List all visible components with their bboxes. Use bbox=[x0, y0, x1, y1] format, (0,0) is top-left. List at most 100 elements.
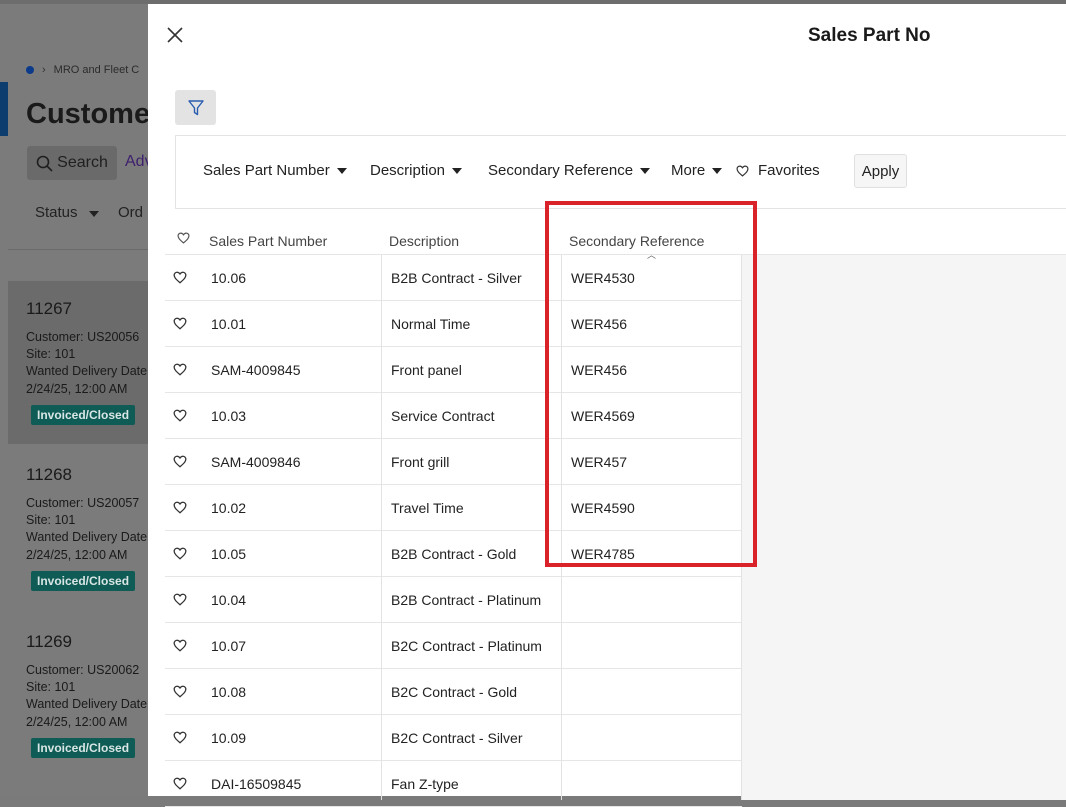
cell-sales-part-number: 10.02 bbox=[211, 499, 247, 516]
column-header-secondary-reference[interactable]: Secondary Reference bbox=[569, 233, 704, 249]
table-row[interactable]: 10.04 B2B Contract - Platinum bbox=[165, 577, 742, 623]
heart-icon bbox=[736, 165, 749, 177]
caret-down-icon bbox=[452, 168, 463, 174]
table-body: 10.06 B2B Contract - Silver WER4530 10.0… bbox=[165, 255, 742, 807]
breadcrumb[interactable]: › MRO and Fleet C bbox=[26, 64, 139, 76]
close-icon[interactable] bbox=[166, 26, 184, 44]
caret-down-icon bbox=[640, 168, 651, 174]
cell-sales-part-number: 10.03 bbox=[211, 407, 247, 424]
table-row[interactable]: 10.06 B2B Contract - Silver WER4530 bbox=[165, 255, 742, 301]
table-row[interactable]: 10.07 B2C Contract - Platinum bbox=[165, 623, 742, 669]
home-dot-icon[interactable] bbox=[26, 66, 34, 74]
table-row[interactable]: DAI-16509845 Fan Z-type bbox=[165, 761, 742, 807]
wanted-delivery-label: Wanted Delivery Date bbox=[26, 364, 148, 378]
order-card[interactable]: 11269 Customer: US20062 Site: 101 Wanted… bbox=[8, 614, 153, 777]
search-label: Search bbox=[57, 154, 108, 171]
filter-favorites-label: Favorites bbox=[758, 162, 820, 179]
cell-sales-part-number: SAM-4009846 bbox=[211, 453, 301, 470]
cell-sales-part-number: 10.07 bbox=[211, 637, 247, 654]
cell-description: Fan Z-type bbox=[391, 775, 459, 792]
favorite-heart-icon[interactable] bbox=[165, 255, 195, 300]
search-icon bbox=[36, 155, 53, 172]
site-line: Site: 101 bbox=[26, 513, 76, 527]
table-row[interactable]: SAM-4009846 Front grill WER457 bbox=[165, 439, 742, 485]
order-number: 11268 bbox=[26, 465, 73, 484]
filter-more[interactable]: More bbox=[671, 162, 723, 179]
breadcrumb-label[interactable]: MRO and Fleet C bbox=[54, 64, 140, 76]
wanted-delivery-label: Wanted Delivery Date bbox=[26, 530, 148, 544]
column-header-sales-part-number[interactable]: Sales Part Number bbox=[209, 233, 327, 249]
order-card[interactable]: 11267 Customer: US20056 Site: 101 Wanted… bbox=[8, 281, 153, 444]
table-row[interactable]: 10.03 Service Contract WER4569 bbox=[165, 393, 742, 439]
table-header: Sales Part Number Description Secondary … bbox=[165, 217, 1066, 260]
table-row[interactable]: 10.02 Travel Time WER4590 bbox=[165, 485, 742, 531]
search-button[interactable]: Search bbox=[27, 146, 117, 180]
cell-secondary-reference: WER456 bbox=[571, 361, 628, 378]
filter-description[interactable]: Description bbox=[370, 162, 463, 179]
filter-favorites[interactable]: Favorites bbox=[736, 162, 820, 179]
table-row[interactable]: 10.05 B2B Contract - Gold WER4785 bbox=[165, 531, 742, 577]
cell-secondary-reference: WER4569 bbox=[571, 407, 635, 424]
column-header-description[interactable]: Description bbox=[389, 233, 459, 249]
cell-description: B2B Contract - Silver bbox=[391, 269, 522, 286]
caret-down-icon bbox=[88, 211, 99, 217]
favorite-heart-icon[interactable] bbox=[165, 715, 195, 760]
site-line: Site: 101 bbox=[26, 347, 76, 361]
favorite-heart-icon[interactable] bbox=[165, 347, 195, 392]
status-badge: Invoiced/Closed bbox=[31, 738, 136, 758]
accent-bar bbox=[0, 82, 8, 136]
sales-part-lookup-panel: Sales Part No Sales Part Number Descript… bbox=[148, 4, 1066, 807]
delivery-date: 2/24/25, 12:00 AM bbox=[26, 548, 128, 562]
apply-button[interactable]: Apply bbox=[854, 154, 907, 188]
empty-detail-area bbox=[742, 255, 1066, 800]
filter-bar: Sales Part Number Description Secondary … bbox=[175, 135, 1066, 209]
wanted-delivery-label: Wanted Delivery Date bbox=[26, 697, 148, 711]
filter-secondary-reference[interactable]: Secondary Reference bbox=[488, 162, 651, 179]
filter-toggle-button[interactable] bbox=[175, 90, 216, 125]
customer-line: Customer: US20056 bbox=[26, 330, 140, 344]
status-badge: Invoiced/Closed bbox=[31, 571, 136, 591]
cell-description: Normal Time bbox=[391, 315, 471, 332]
favorite-heart-icon[interactable] bbox=[165, 669, 195, 714]
customer-line: Customer: US20057 bbox=[26, 496, 140, 510]
order-number: 11269 bbox=[26, 632, 73, 651]
filter-sales-part-number[interactable]: Sales Part Number bbox=[203, 162, 347, 179]
favorite-column-heart-icon[interactable] bbox=[177, 232, 190, 244]
status-filter-label: Status bbox=[35, 204, 78, 221]
cell-description: Front grill bbox=[391, 453, 450, 470]
delivery-date: 2/24/25, 12:00 AM bbox=[26, 715, 128, 729]
favorite-heart-icon[interactable] bbox=[165, 531, 195, 576]
cell-sales-part-number: 10.06 bbox=[211, 269, 247, 286]
favorite-heart-icon[interactable] bbox=[165, 439, 195, 484]
cell-description: B2B Contract - Platinum bbox=[391, 591, 542, 608]
cell-description: B2C Contract - Gold bbox=[391, 683, 518, 700]
cell-sales-part-number: 10.05 bbox=[211, 545, 247, 562]
cell-secondary-reference: WER4530 bbox=[571, 269, 635, 286]
cell-sales-part-number: 10.04 bbox=[211, 591, 247, 608]
filter-icon bbox=[187, 99, 204, 115]
favorite-heart-icon[interactable] bbox=[165, 623, 195, 668]
filter-more-label: More bbox=[671, 162, 706, 179]
caret-down-icon bbox=[712, 168, 723, 174]
table-row[interactable]: 10.08 B2C Contract - Gold bbox=[165, 669, 742, 715]
cell-sales-part-number: 10.09 bbox=[211, 729, 247, 746]
favorite-heart-icon[interactable] bbox=[165, 301, 195, 346]
status-filter[interactable]: Status bbox=[35, 204, 99, 221]
cell-description: Front panel bbox=[391, 361, 462, 378]
cell-description: B2B Contract - Gold bbox=[391, 545, 517, 562]
customer-line: Customer: US20062 bbox=[26, 663, 140, 677]
divider bbox=[8, 249, 153, 250]
cell-description: Travel Time bbox=[391, 499, 464, 516]
favorite-heart-icon[interactable] bbox=[165, 485, 195, 530]
favorite-heart-icon[interactable] bbox=[165, 577, 195, 622]
table-row[interactable]: 10.01 Normal Time WER456 bbox=[165, 301, 742, 347]
table-row[interactable]: SAM-4009845 Front panel WER456 bbox=[165, 347, 742, 393]
order-filter[interactable]: Ord bbox=[118, 204, 143, 221]
favorite-heart-icon[interactable] bbox=[165, 761, 195, 806]
favorite-heart-icon[interactable] bbox=[165, 393, 195, 438]
table-row[interactable]: 10.09 B2C Contract - Silver bbox=[165, 715, 742, 761]
filter-description-label: Description bbox=[370, 162, 446, 179]
filter-secondary-reference-label: Secondary Reference bbox=[488, 162, 634, 179]
order-card[interactable]: 11268 Customer: US20057 Site: 101 Wanted… bbox=[8, 447, 153, 610]
column-divider bbox=[561, 255, 562, 800]
